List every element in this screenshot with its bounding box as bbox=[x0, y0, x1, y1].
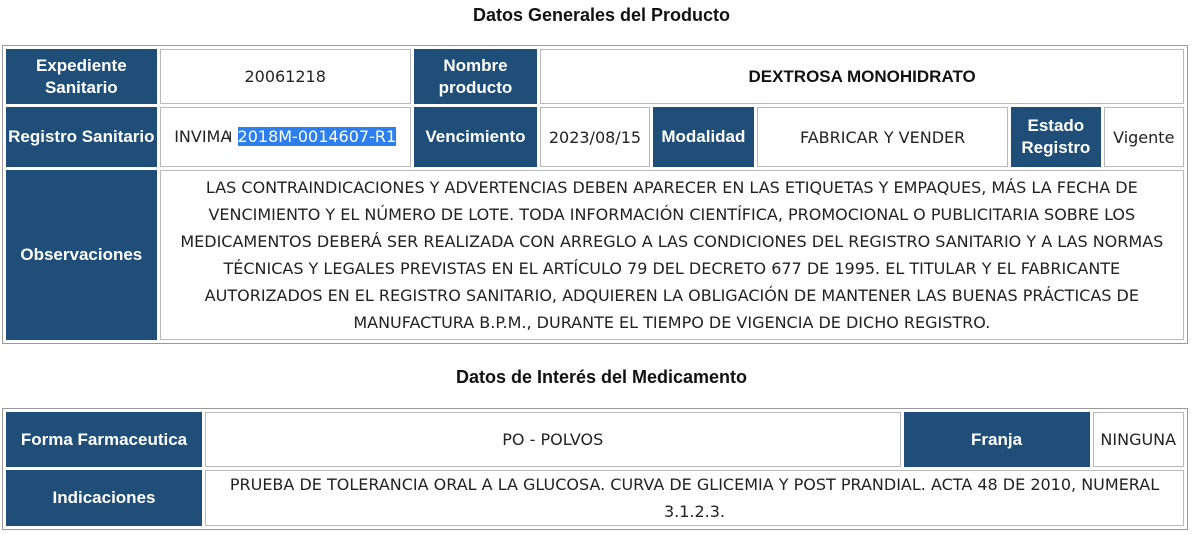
indicaciones-label: Indicaciones bbox=[6, 470, 202, 526]
registro-label: Registro Sanitario bbox=[6, 107, 157, 167]
interes-data-table: Forma Farmaceutica PO - POLVOS Franja NI… bbox=[2, 408, 1188, 530]
interes-section-title: Datos de Interés del Medicamento bbox=[455, 367, 748, 387]
indicaciones-value: PRUEBA DE TOLERANCIA ORAL A LA GLUCOSA. … bbox=[205, 470, 1184, 526]
text-cursor-icon: I bbox=[228, 129, 233, 146]
observaciones-label: Observaciones bbox=[6, 170, 157, 340]
general-section-title: Datos Generales del Producto bbox=[472, 5, 731, 25]
observaciones-value: LAS CONTRAINDICACIONES Y ADVERTENCIAS DE… bbox=[159, 170, 1184, 340]
nombre-value: DEXTROSA MONOHIDRATO bbox=[540, 49, 1184, 104]
registro-prefix: INVIMA bbox=[174, 126, 232, 146]
estado-label: Estado Registro bbox=[1011, 107, 1101, 167]
estado-value: Vigente bbox=[1103, 107, 1184, 167]
forma-value: PO - POLVOS bbox=[205, 412, 901, 467]
vencimiento-value: 2023/08/15 bbox=[540, 107, 650, 167]
nombre-label: Nombre producto bbox=[413, 49, 538, 104]
modalidad-label: Modalidad bbox=[652, 107, 755, 167]
registro-selected-text[interactable]: 2018M-0014607-R1 bbox=[237, 126, 397, 146]
modalidad-value: FABRICAR Y VENDER bbox=[757, 107, 1009, 167]
franja-label: Franja bbox=[903, 412, 1090, 467]
forma-label: Forma Farmaceutica bbox=[6, 412, 202, 467]
general-data-table: Expediente Sanitario 20061218 Nombre pro… bbox=[2, 45, 1188, 344]
franja-value: NINGUNA bbox=[1092, 412, 1184, 467]
vencimiento-label: Vencimiento bbox=[413, 107, 538, 167]
expediente-label: Expediente Sanitario bbox=[6, 49, 157, 104]
expediente-value: 20061218 bbox=[159, 49, 411, 104]
registro-value[interactable]: INVIMAI 2018M-0014607-R1 bbox=[159, 107, 411, 167]
